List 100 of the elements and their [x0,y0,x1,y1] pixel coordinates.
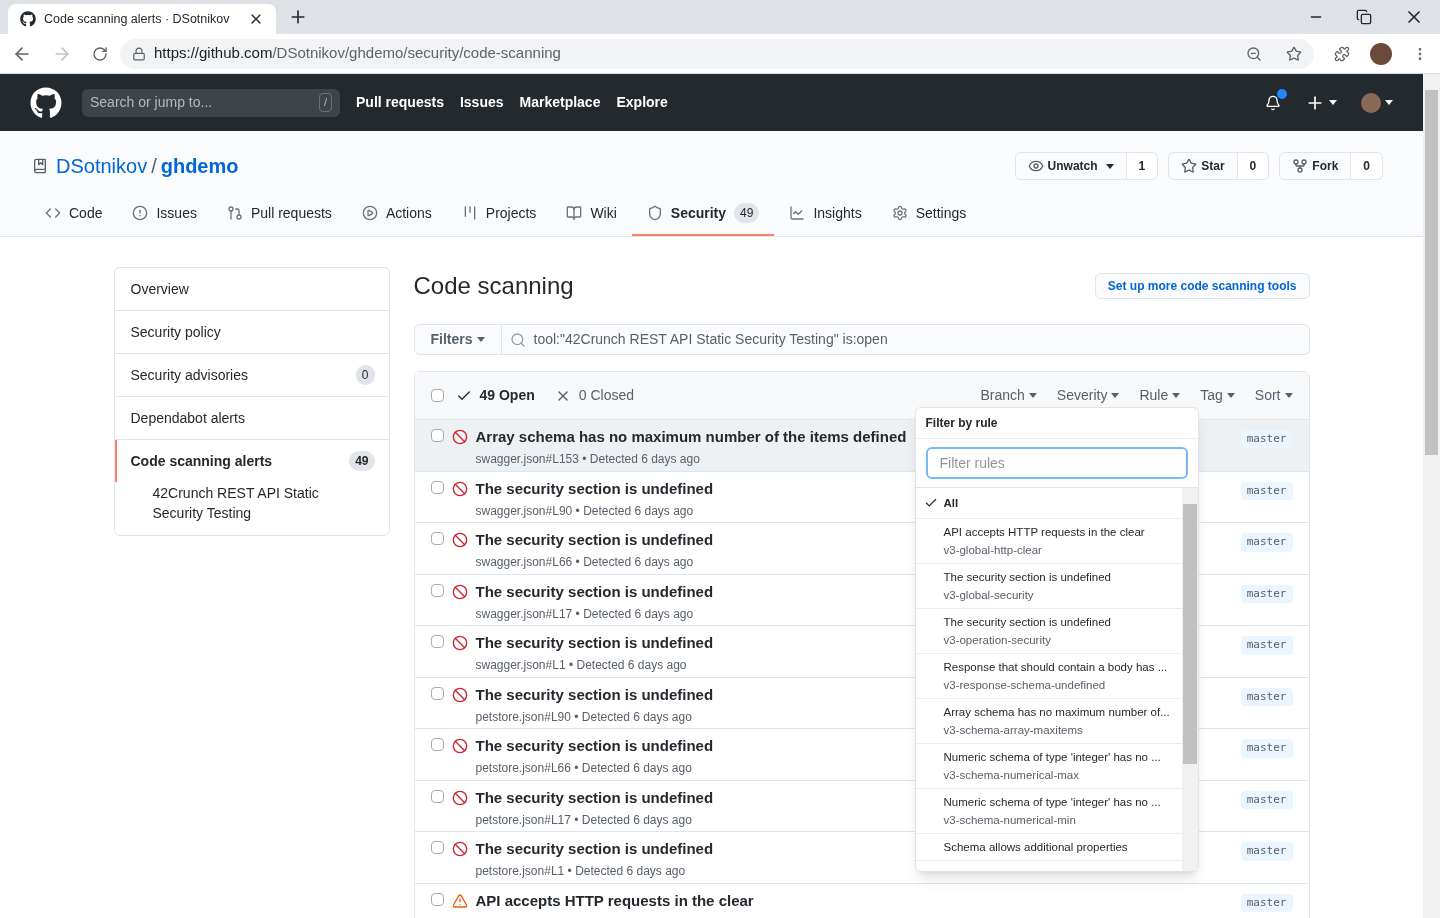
repo-action-count[interactable]: 0 [1351,152,1383,180]
nav-link[interactable]: Explore [616,92,668,113]
alert-title-link[interactable]: The security section is undefined [475,531,714,549]
state-filter-link[interactable]: 49 Open [455,385,535,406]
repo-name-link[interactable]: ghdemo [160,151,239,181]
check-icon [923,496,938,510]
repo-tab[interactable]: Code [30,192,118,236]
repo-tab[interactable]: Issues [117,192,212,236]
alert-title-link[interactable]: The security section is undefined [475,634,714,652]
sidebar-item[interactable]: Dependabot alerts [114,397,389,439]
user-avatar[interactable] [1361,92,1381,113]
rule-option[interactable]: The security section is undefined v3-operation-security [915,609,1182,654]
bookmark-star-icon[interactable] [1286,45,1302,62]
setup-tools-button[interactable]: Set up more code scanning tools [1094,272,1310,299]
zoom-icon[interactable] [1246,45,1262,62]
alert-title-link[interactable]: The security section is undefined [475,840,714,858]
nav-link[interactable]: Pull requests [356,92,444,113]
alert-meta: petstore.json#L17 • Detected 6 days ago [475,811,692,829]
repo-tab[interactable]: Projects [446,192,552,236]
filters-button[interactable]: Filters [413,324,502,355]
alert-meta: swagger.json#L66 • Detected 6 days ago [475,554,694,571]
scroll-thumb[interactable] [1425,90,1438,455]
repo-tab[interactable]: Wiki [551,192,632,236]
browser-tab[interactable]: Code scanning alerts · DSotnikov [8,4,276,34]
github-logo-icon [20,11,36,27]
checkbox[interactable] [430,389,444,402]
alert-title-link[interactable]: The security section is undefined [475,685,714,704]
repo-tab[interactable]: Settings [876,192,982,236]
settings-icon [891,205,908,221]
menu-scrollbar[interactable] [1181,488,1198,871]
rule-option[interactable]: Array schema has no maximum number of... v3-schema-array-maxitems [915,699,1182,744]
restore-icon[interactable] [1356,9,1372,25]
page-scrollbar[interactable] [1423,74,1440,918]
repo-action-button[interactable]: Fork [1279,152,1352,180]
nav-link[interactable]: Issues [459,92,504,113]
checkbox[interactable] [430,686,444,700]
alert-title-link[interactable]: Array schema has no maximum number of the items defined [475,428,907,446]
repo-action-count[interactable]: 0 [1237,152,1270,180]
filter-dropdown[interactable]: Rule [1139,385,1181,406]
rule-option[interactable]: The security section is undefined v3-global-security [915,564,1182,609]
shield-icon [646,205,663,221]
checkbox[interactable] [430,789,444,803]
filter-dropdown[interactable]: Severity [1056,385,1120,406]
search-field[interactable]: tool:"42Crunch REST API Static Security Testing" is:open [501,324,1310,355]
bell-icon[interactable] [1265,94,1281,111]
rule-option[interactable]: Response that should contain a body has ... v3-response-schema-undefined [915,654,1182,699]
caret-icon [1226,393,1235,398]
nav-link[interactable]: Marketplace [519,92,601,113]
branch-label: master [1240,790,1293,809]
checkbox[interactable] [430,738,444,751]
error-icon [451,583,468,600]
repo-tab[interactable]: Security 49 [631,192,775,236]
alert-meta: swagger.json#L1 • Detected 6 days ago [475,657,687,674]
filter-dropdown[interactable]: Sort [1254,385,1293,406]
search-field[interactable]: Search or jump to... / [82,88,340,117]
rule-option[interactable]: Numeric schema of type 'integer' has no ... v3-schema-numerical-min [915,789,1182,834]
repo-owner-link[interactable]: DSotnikov [56,151,148,181]
alert-title-link[interactable]: The security section is undefined [475,737,714,755]
checkbox[interactable] [430,841,444,854]
repo-action-button[interactable]: Unwatch [1014,152,1127,180]
checkbox[interactable] [430,429,444,442]
menu-title: Filter by rule [915,408,1198,439]
error-icon [451,429,468,445]
profile-avatar[interactable] [1370,42,1392,65]
checkbox[interactable] [430,532,444,545]
error-icon [451,532,468,548]
filter-dropdown[interactable]: Tag [1200,385,1235,406]
rule-option[interactable]: API accepts HTTP requests in the clear v3-global-http-clear [915,519,1182,564]
scroll-thumb[interactable] [1182,504,1197,764]
repo-icon [32,158,48,174]
sidebar-item[interactable]: Overview [114,268,389,310]
branch-label: master [1240,430,1293,449]
checkbox[interactable] [430,480,444,494]
repo-action-count[interactable]: 1 [1126,152,1159,180]
repo-tab[interactable]: Pull requests [211,192,347,236]
alert-title-link[interactable]: The security section is undefined [475,582,714,601]
reload-icon[interactable] [92,45,108,62]
graph-icon [789,205,806,221]
rule-option[interactable]: Numeric schema of type 'integer' has no ... v3-schema-numerical-max [915,744,1182,789]
rule-option[interactable]: Schema allows additional properties [915,834,1182,861]
alert-title-link[interactable]: The security section is undefined [475,479,714,498]
filter-rules-input[interactable]: Filter rules [925,447,1188,479]
checkbox[interactable] [430,892,444,906]
extensions-icon[interactable] [1334,45,1350,62]
sidebar-item[interactable]: Security advisories 0 [114,354,389,396]
alert-title-link[interactable]: The security section is undefined [475,788,714,807]
address-bar[interactable]: https://github.com/DSotnikov/ghdemo/security/code-scanning [120,38,1314,69]
filter-dropdown[interactable]: Branch [980,385,1037,406]
checkbox[interactable] [430,583,444,597]
sidebar-subitem[interactable]: 42Crunch REST API Static Security Testing [114,482,389,535]
repo-action-button[interactable]: Star [1168,152,1238,180]
rule-option[interactable]: All [915,488,1182,519]
checkbox[interactable] [430,635,444,648]
repo-tab[interactable]: Insights [774,192,877,236]
repo-tab[interactable]: Actions [346,192,447,236]
alert-title-link[interactable]: API accepts HTTP requests in the clear [475,891,754,910]
sidebar-item[interactable]: Security policy [114,311,389,353]
url-text: https://github.com/DSotnikov/ghdemo/security/code-scanning [154,43,561,64]
state-filter-link[interactable]: 0 Closed [554,385,634,406]
github-logo-icon[interactable] [30,86,62,119]
